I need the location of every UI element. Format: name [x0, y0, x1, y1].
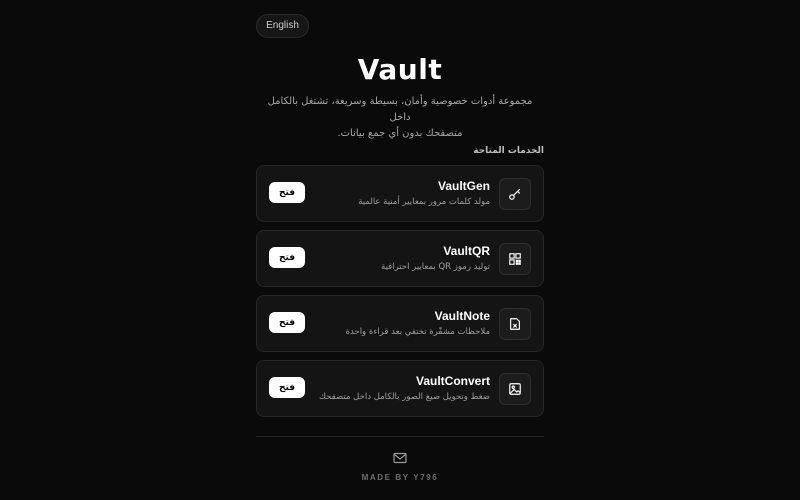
service-name: VaultQR	[443, 244, 490, 258]
service-card-vaultnote[interactable]: VaultNote ملاحظات مشفّرة تختفي بعد قراءة…	[256, 295, 544, 352]
service-name: VaultGen	[437, 179, 490, 193]
section-title: الخدمات المتاحة	[473, 146, 544, 156]
open-vaultconvert-button[interactable]: فتح	[269, 377, 305, 398]
service-card-vaultgen[interactable]: VaultGen مولد كلمات مرور بمعايير أمنية ع…	[256, 165, 544, 222]
service-description: ضغط وتحويل صيغ الصور بالكامل داخل متصفحك	[319, 392, 490, 402]
description-line-1: مجموعة أدوات خصوصية وأمان، بسيطة وسريعة،…	[267, 96, 533, 123]
service-name: VaultConvert	[415, 374, 490, 388]
footer-divider	[256, 436, 544, 437]
open-vaultqr-button[interactable]: فتح	[269, 247, 305, 268]
open-vaultnote-button[interactable]: فتح	[269, 312, 305, 333]
service-description: توليد رموز QR بمعايير احترافية	[381, 262, 490, 272]
service-card-vaultqr[interactable]: VaultQR توليد رموز QR بمعايير احترافية ف…	[256, 230, 544, 287]
service-description: مولد كلمات مرور بمعايير أمنية عالمية	[358, 197, 490, 207]
image-icon	[499, 373, 531, 405]
note-icon	[499, 308, 531, 340]
key-icon	[499, 178, 531, 210]
mail-icon[interactable]	[393, 452, 407, 464]
service-description: ملاحظات مشفّرة تختفي بعد قراءة واحدة	[345, 327, 490, 337]
open-vaultgen-button[interactable]: فتح	[269, 182, 305, 203]
page-title: Vault	[357, 53, 443, 86]
page-description: مجموعة أدوات خصوصية وأمان، بسيطة وسريعة،…	[256, 94, 544, 142]
qr-code-icon	[499, 243, 531, 275]
description-line-2: متصفحك بدون أي جمع بيانات.	[337, 128, 463, 139]
language-toggle-button[interactable]: English	[256, 14, 309, 38]
service-card-vaultconvert[interactable]: VaultConvert ضغط وتحويل صيغ الصور بالكام…	[256, 360, 544, 417]
footer-credit: MADE BY Y796	[361, 473, 439, 482]
service-name: VaultNote	[434, 309, 490, 323]
